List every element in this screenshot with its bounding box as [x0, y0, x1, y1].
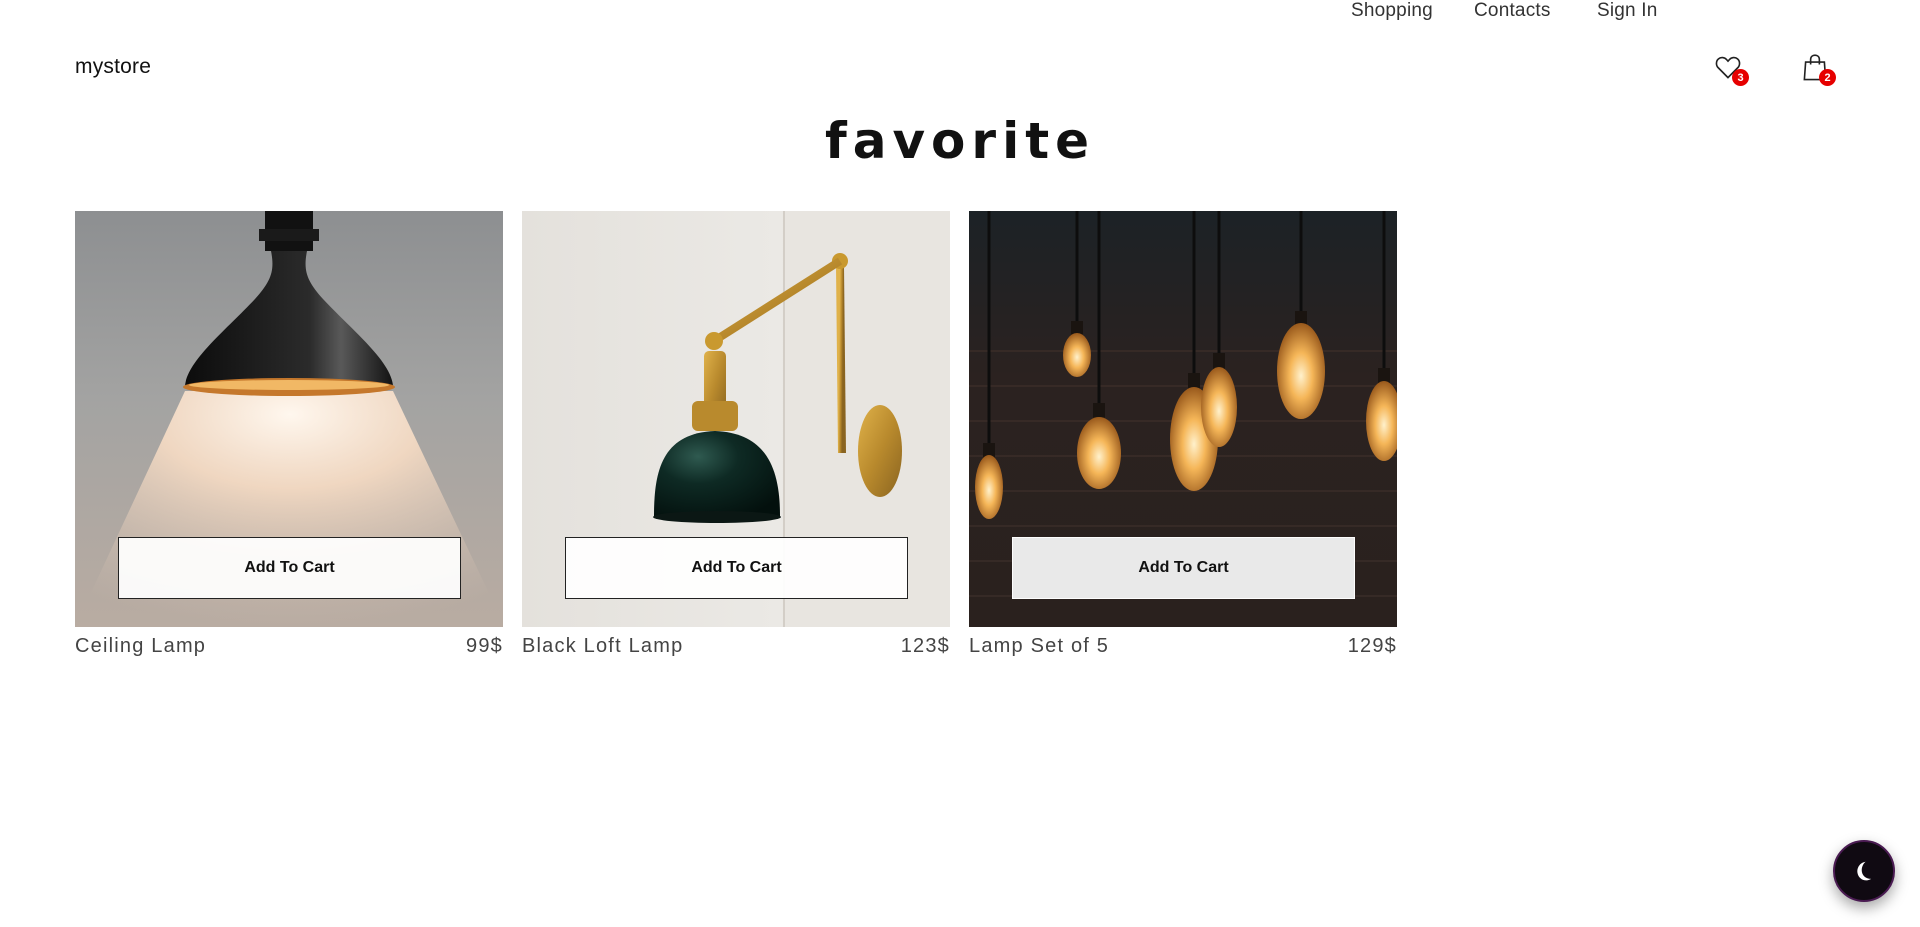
- product-image[interactable]: Add To Cart: [522, 211, 950, 627]
- favorites-count-badge: 3: [1732, 69, 1749, 86]
- product-info: Ceiling Lamp 99$: [75, 635, 503, 658]
- product-info: Lamp Set of 5 129$: [969, 635, 1397, 658]
- site-header: mystore Shopping Contacts Sign In 3 2: [0, 0, 1920, 110]
- product-card: Add To Cart Lamp Set of 5 129$: [969, 211, 1397, 658]
- product-price: 99$: [466, 635, 503, 657]
- product-name[interactable]: Ceiling Lamp: [75, 635, 206, 658]
- product-name[interactable]: Lamp Set of 5: [969, 635, 1109, 658]
- nav-contacts[interactable]: Contacts: [1474, 0, 1551, 22]
- product-image[interactable]: Add To Cart: [969, 211, 1397, 627]
- product-name[interactable]: Black Loft Lamp: [522, 635, 683, 658]
- nav-sign-in[interactable]: Sign In: [1597, 0, 1658, 22]
- product-price: 123$: [900, 635, 950, 657]
- page-title: favorite: [824, 112, 1096, 170]
- product-image[interactable]: Add To Cart: [75, 211, 503, 627]
- theme-toggle-button[interactable]: [1833, 840, 1895, 902]
- cart-button[interactable]: 2: [1800, 52, 1836, 86]
- cart-count-badge: 2: [1819, 69, 1836, 86]
- product-card: Add To Cart Black Loft Lamp 123$: [522, 211, 950, 658]
- product-card: Add To Cart Ceiling Lamp 99$: [75, 211, 503, 658]
- brand-logo[interactable]: mystore: [75, 55, 151, 79]
- favorites-button[interactable]: 3: [1713, 52, 1749, 86]
- moon-icon: [1857, 861, 1872, 881]
- product-info: Black Loft Lamp 123$: [522, 635, 950, 658]
- product-price: 129$: [1347, 635, 1397, 657]
- add-to-cart-button[interactable]: Add To Cart: [118, 537, 461, 599]
- add-to-cart-button[interactable]: Add To Cart: [1012, 537, 1355, 599]
- add-to-cart-button[interactable]: Add To Cart: [565, 537, 908, 599]
- nav-shopping[interactable]: Shopping: [1351, 0, 1433, 22]
